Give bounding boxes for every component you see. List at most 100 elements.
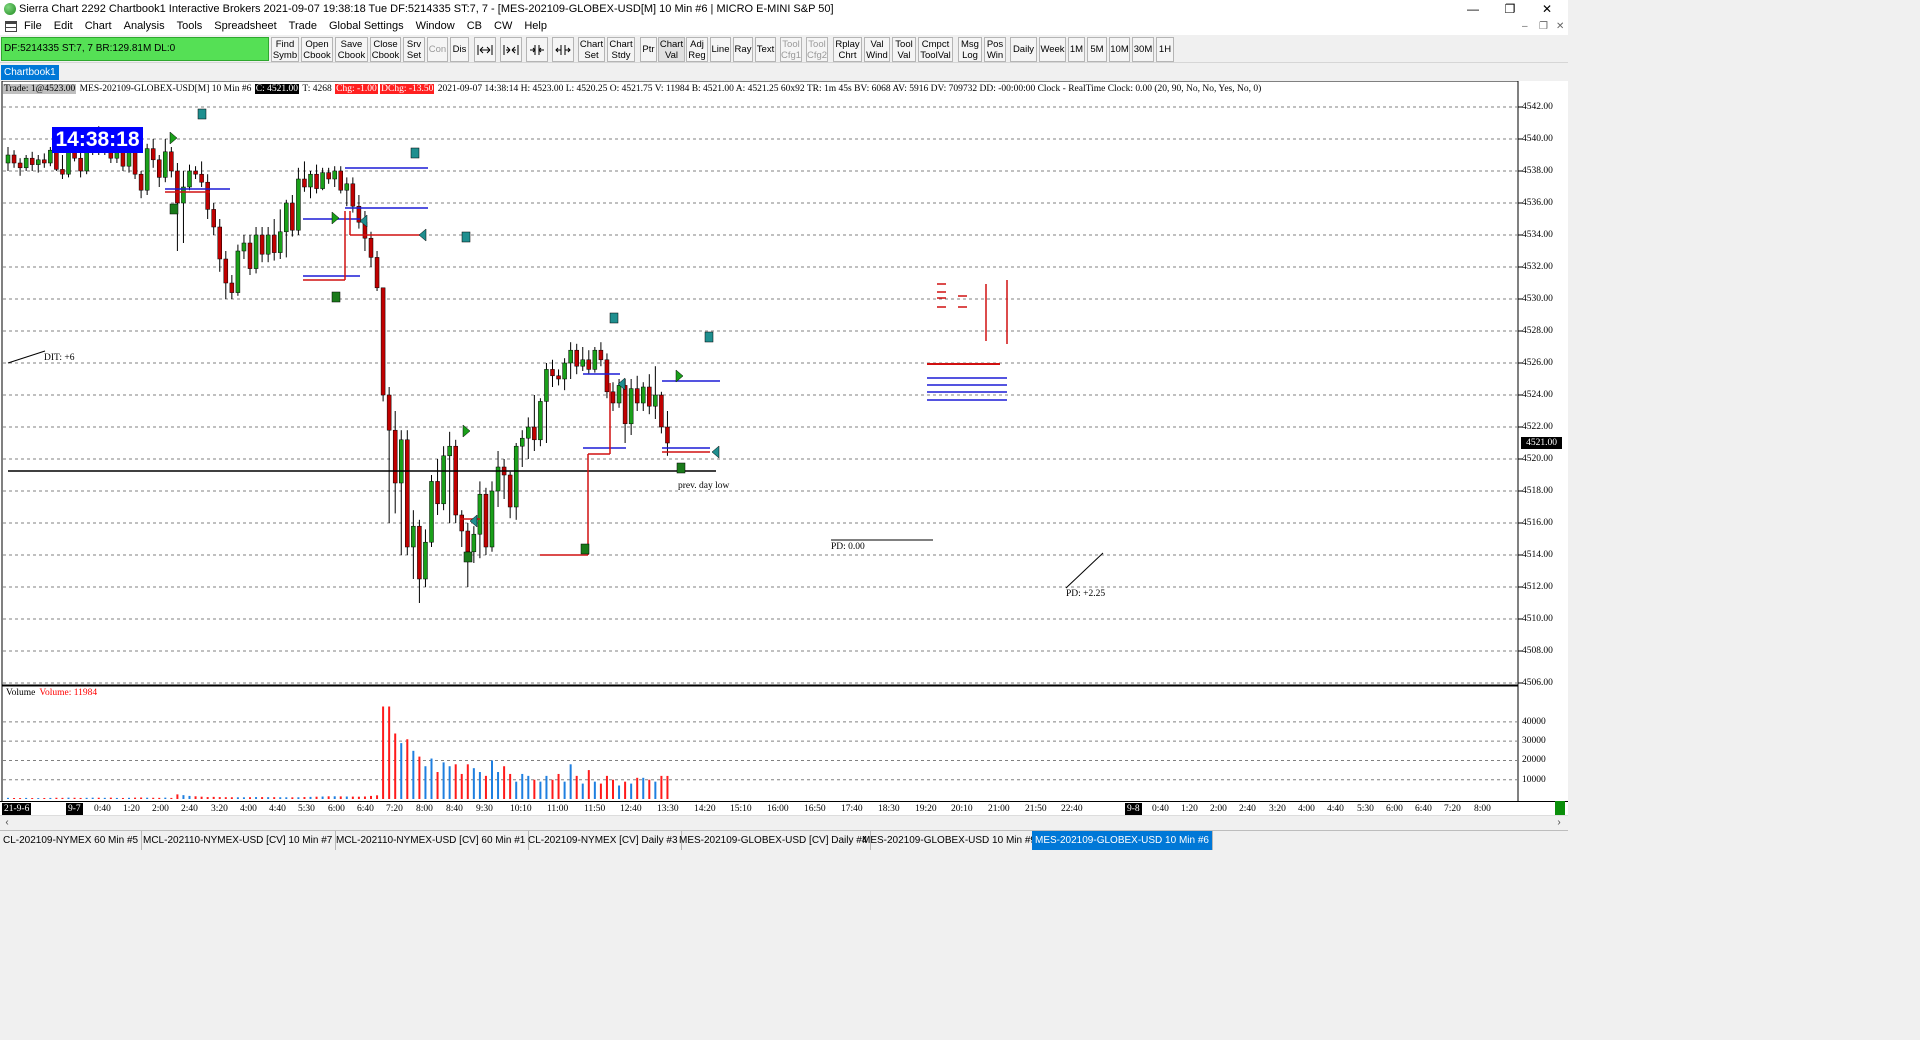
bar-spacing-increase-icon[interactable] <box>526 37 548 62</box>
candle-body <box>278 231 283 253</box>
chart-tab[interactable]: MCL-202110-NYMEX-USD [CV] 60 Min #1 <box>333 831 530 850</box>
price-tick-label: 4520.00 <box>1522 454 1553 464</box>
1-min-timeframe-button[interactable]: 1M <box>1068 37 1085 62</box>
chart-values-tool-button[interactable]: Chart Val <box>658 37 685 62</box>
scale-compress-icon[interactable] <box>500 37 522 62</box>
chart-canvas[interactable] <box>0 81 1568 801</box>
menu-file[interactable]: File <box>24 18 48 35</box>
time-tick-label: 21:50 <box>1025 804 1047 814</box>
arrow-marker <box>418 228 427 242</box>
candle-body <box>586 359 592 370</box>
10-min-timeframe-button[interactable]: 10M <box>1109 37 1130 62</box>
replay-chart-button[interactable]: Rplay Chrt <box>833 37 862 62</box>
price-tick-label: 4524.00 <box>1522 390 1553 400</box>
time-tick-label: 1:20 <box>123 804 140 814</box>
menu-cb[interactable]: CB <box>467 18 488 35</box>
tool-values-button[interactable]: Tool Val <box>892 37 916 62</box>
menu-chart[interactable]: Chart <box>85 18 118 35</box>
daily-timeframe-button[interactable]: Daily <box>1010 37 1037 62</box>
30-min-timeframe-button[interactable]: 30M <box>1132 37 1154 62</box>
menu-trade[interactable]: Trade <box>289 18 323 35</box>
find-symbol-button[interactable]: Find Symb <box>271 37 299 62</box>
restore-button[interactable]: ❐ <box>1495 0 1525 18</box>
time-tick-label: 21:00 <box>988 804 1010 814</box>
candle-body <box>144 148 150 191</box>
chartbook-window-icon[interactable] <box>5 21 17 32</box>
signal-marker <box>197 108 207 120</box>
disconnect-button[interactable]: Dis <box>450 37 469 62</box>
price-tick-label: 4514.00 <box>1522 550 1553 560</box>
ray-tool-button[interactable]: Ray <box>733 37 753 62</box>
chart-tab[interactable]: MCL-202110-NYMEX-USD [CV] 10 Min #7 <box>140 831 337 850</box>
menu-help[interactable]: Help <box>524 18 553 35</box>
volume-value: Volume: 11984 <box>39 688 98 698</box>
values-window-button[interactable]: Val Wind <box>864 37 890 62</box>
time-tick-label: 20:10 <box>951 804 973 814</box>
menu-tools[interactable]: Tools <box>177 18 209 35</box>
mdi-close-button[interactable]: ✕ <box>1556 18 1564 35</box>
chart-area[interactable]: Trade: 1@4523.00 MES-202109-GLOBEX-USD[M… <box>0 81 1568 801</box>
volume-header: Volume Volume: 11984 <box>6 687 97 699</box>
time-tick-label: 0:40 <box>94 804 111 814</box>
realtime-clock: 14:38:18 <box>52 127 143 153</box>
chart-tab[interactable]: MES-202109-GLOBEX-USD [CV] Daily #4 <box>676 831 872 850</box>
time-tick-label: 5:30 <box>1357 804 1374 814</box>
close-button[interactable]: ✕ <box>1532 0 1562 18</box>
chartbook-tab[interactable]: Chartbook1 <box>1 65 59 80</box>
time-tick-label: 6:40 <box>1415 804 1432 814</box>
tool-config2-button[interactable]: Tool Cfg2 <box>806 37 828 62</box>
menu-global-settings[interactable]: Global Settings <box>329 18 410 35</box>
menu-analysis[interactable]: Analysis <box>124 18 171 35</box>
candle-body <box>374 257 380 289</box>
1-hour-timeframe-button[interactable]: 1H <box>1156 37 1174 62</box>
signal-marker <box>410 147 420 159</box>
time-axis[interactable]: 21-9-6 9-7 0:40 1:20 2:00 2:40 3:20 4:00 4:40 5:3… <box>0 801 1568 815</box>
chart-tab[interactable]: CL-202109-NYMEX 60 Min #5 <box>0 831 143 850</box>
text-tool-button[interactable]: Text <box>755 37 776 62</box>
chart-tab[interactable]: MES-202109-GLOBEX-USD 10 Min #9 <box>859 831 1040 850</box>
time-tick-label: 2:00 <box>152 804 169 814</box>
save-chartbook-button[interactable]: Save Cbook <box>335 37 368 62</box>
change-label: Chg: -1.00 <box>335 84 378 94</box>
server-settings-button[interactable]: Srv Set <box>403 37 425 62</box>
horizontal-scrollbar[interactable]: ‹ › <box>0 815 1568 829</box>
candle-body <box>380 287 386 396</box>
signal-marker <box>169 203 179 215</box>
weekly-timeframe-button[interactable]: Week <box>1039 37 1066 62</box>
message-log-button[interactable]: Msg Log <box>958 37 982 62</box>
line-tool-button[interactable]: Line <box>710 37 731 62</box>
chart-settings-button[interactable]: Chart Set <box>578 37 605 62</box>
minimize-button[interactable]: — <box>1458 0 1488 18</box>
chart-tab[interactable]: MES-202109-GLOBEX-USD 10 Min #6 <box>1032 831 1213 850</box>
scale-expand-icon[interactable] <box>474 37 496 62</box>
bar-spacing-decrease-icon[interactable] <box>552 37 574 62</box>
menu-cw[interactable]: CW <box>494 18 518 35</box>
time-tick-label: 6:00 <box>1386 804 1403 814</box>
close-chartbook-button[interactable]: Close Cbook <box>370 37 401 62</box>
positions-window-button[interactable]: Pos Win <box>984 37 1006 62</box>
pd-line-2 <box>1065 552 1104 589</box>
open-chartbook-button[interactable]: Open Cbook <box>301 37 333 62</box>
mdi-restore-button[interactable]: ❐ <box>1539 18 1548 35</box>
volume-title: Volume <box>6 688 36 698</box>
compact-tool-values-button[interactable]: Cmpct ToolVal <box>918 37 953 62</box>
menu-edit[interactable]: Edit <box>54 18 79 35</box>
mdi-minimize-button[interactable]: – <box>1522 18 1528 35</box>
connect-button[interactable]: Con <box>427 37 448 62</box>
menu-spreadsheet[interactable]: Spreadsheet <box>214 18 282 35</box>
chart-tab[interactable]: CL-202109-NYMEX [CV] Daily #3 <box>525 831 682 850</box>
adjust-region-button[interactable]: Adj Reg <box>686 37 708 62</box>
time-tick-label: 9-7 <box>66 803 83 815</box>
chart-studies-button[interactable]: Chart Stdy <box>607 37 635 62</box>
candle-body <box>513 445 519 508</box>
5-min-timeframe-button[interactable]: 5M <box>1087 37 1107 62</box>
volume-tick-label: 40000 <box>1522 716 1546 727</box>
scroll-right-icon[interactable]: › <box>1552 816 1566 830</box>
candle-body <box>259 234 265 255</box>
time-tick-label: 8:00 <box>416 804 433 814</box>
time-tick-label: 7:20 <box>386 804 403 814</box>
tool-config1-button[interactable]: Tool Cfg1 <box>780 37 802 62</box>
pointer-tool-button[interactable]: Ptr <box>640 37 657 62</box>
scroll-left-icon[interactable]: ‹ <box>0 816 14 830</box>
menu-window[interactable]: Window <box>416 18 461 35</box>
